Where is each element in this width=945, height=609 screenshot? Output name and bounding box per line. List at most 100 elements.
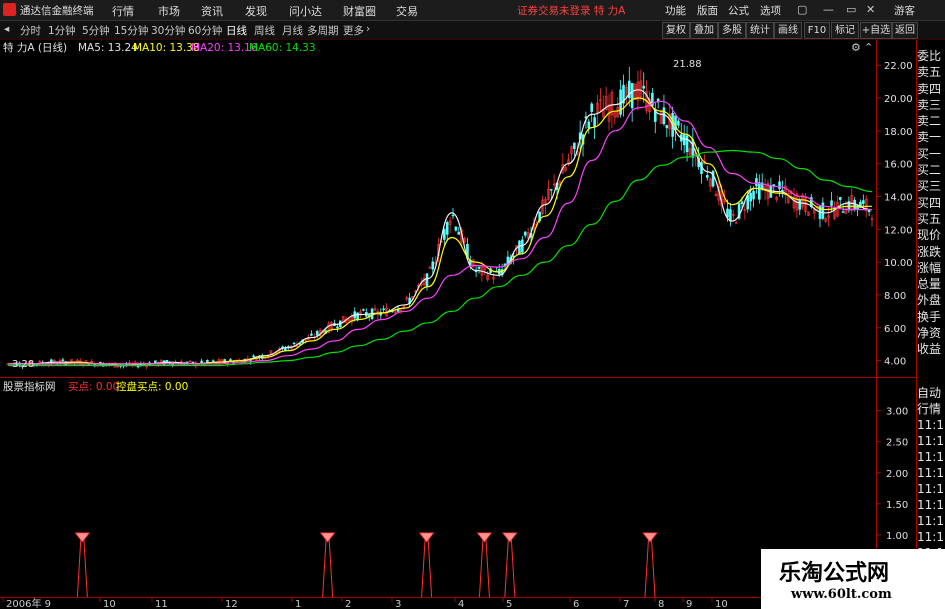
add-favorite-button[interactable]: +自选 (860, 22, 892, 39)
menu-fortune[interactable]: 财富圈 (343, 3, 376, 19)
y-tick-label: 10.00 (884, 258, 913, 269)
period-monthly[interactable]: 月线 (282, 23, 303, 38)
candle-body (682, 134, 686, 146)
candle-body (211, 360, 215, 362)
menu-quotes[interactable]: 行情 (112, 3, 134, 19)
maximize-icon[interactable]: ▭ (846, 3, 856, 16)
left-arrow-icon[interactable]: ◂ (4, 23, 9, 35)
lock-icon[interactable]: ▢ (797, 3, 807, 16)
candle-body (665, 125, 669, 129)
x-tick-label: 12 (225, 599, 238, 609)
mark-button[interactable]: 标记 (831, 22, 859, 39)
candle-body (677, 120, 680, 126)
candlestick-chart[interactable]: 特 力A (日线) MA5: 13.24 MA10: 13.38 MA20: 1… (0, 40, 945, 609)
candle-body (778, 181, 781, 190)
period-weekly[interactable]: 周线 (254, 23, 275, 38)
menu-trade[interactable]: 交易 (396, 3, 418, 19)
candle-body (755, 178, 758, 187)
x-tick-label: 9 (686, 599, 692, 609)
menu-discover[interactable]: 发现 (245, 3, 267, 19)
side-label: 委比 (917, 49, 942, 63)
quote-side-panel: 委比 卖五 卖四 卖三 卖二 卖一 买一 买二 买三 买四 买五 现价 涨跌 涨… (917, 48, 945, 358)
x-tick-label: 5 (506, 599, 512, 609)
indicator-buy: 买点: 0.00 (68, 381, 119, 393)
multi-stock-button[interactable]: 多股 (718, 22, 746, 39)
period-daily[interactable]: 日线 (226, 23, 247, 38)
x-tick-label: 10 (103, 599, 116, 609)
period-15min[interactable]: 15分钟 (114, 23, 148, 38)
candle-body (593, 117, 596, 128)
candle-body (749, 192, 752, 202)
candle-body (740, 201, 744, 205)
side-label: 买四 (917, 195, 942, 210)
period-1min[interactable]: 1分钟 (48, 23, 76, 38)
menu-function[interactable]: 功能 (665, 3, 686, 18)
period-multi[interactable]: 多周期 (307, 23, 339, 38)
overlay-button[interactable]: 叠加 (690, 22, 718, 39)
side-label: 卖一 (917, 130, 942, 145)
ma20-label: MA20: 13.16 (191, 42, 258, 54)
candle-body (154, 360, 157, 364)
candle-body (382, 308, 385, 311)
chart-title: 特 力A (日线) (3, 41, 67, 54)
candle-body (477, 266, 481, 269)
f10-button[interactable]: F10 (804, 22, 830, 39)
y-tick-label: 4.00 (884, 357, 906, 368)
y-tick-label: 18.00 (884, 127, 913, 138)
x-tick-label: 1 (295, 599, 301, 609)
ind-tick-label: 3.00 (886, 407, 908, 418)
period-more[interactable]: 更多 (343, 23, 364, 38)
ind-tick-label: 2.50 (886, 438, 908, 449)
low-price-label: 3.28 (12, 359, 34, 370)
menu-ask[interactable]: 问小达 (289, 3, 322, 19)
candle-body (310, 333, 313, 336)
indicator-name: 股票指标网 (3, 380, 56, 393)
period-timeshare[interactable]: 分时 (20, 23, 41, 38)
app-name: 通达信金融终端 (20, 5, 94, 17)
adjust-button[interactable]: 复权 (662, 22, 690, 39)
menu-layout[interactable]: 版面 (697, 3, 718, 18)
draw-line-button[interactable]: 画线 (774, 22, 802, 39)
y-tick-label: 20.00 (884, 94, 913, 105)
ma10-label: MA10: 13.38 (133, 42, 200, 54)
candle-body (642, 85, 646, 89)
period-60min[interactable]: 60分钟 (188, 23, 222, 38)
side-label: 卖三 (917, 97, 942, 112)
candle-body (821, 202, 825, 219)
menu-news[interactable]: 资讯 (201, 3, 223, 19)
candle-body (425, 273, 429, 287)
candle-body (830, 200, 833, 206)
period-30min[interactable]: 30分钟 (151, 23, 185, 38)
y-tick-label: 12.00 (884, 225, 913, 236)
candle-body (662, 107, 666, 125)
minimize-icon[interactable]: — (823, 3, 834, 16)
menu-options[interactable]: 选项 (760, 3, 781, 18)
back-button[interactable]: 返回 (892, 22, 918, 39)
period-5min[interactable]: 5分钟 (82, 23, 110, 38)
close-icon[interactable]: ✕ (866, 3, 875, 16)
side-label: 涨幅 (917, 260, 942, 275)
collapse-icon[interactable]: ⌃ (864, 41, 873, 54)
app-logo-icon (3, 3, 16, 16)
side-label: 买五 (917, 211, 942, 226)
x-tick-label: 6 (573, 599, 579, 609)
candle-body (841, 211, 845, 213)
candle-body (284, 348, 287, 351)
candle-body (523, 231, 527, 236)
candle-body (726, 208, 729, 218)
watermark: 乐淘公式网 www.60lt.com (761, 549, 945, 609)
candle-body (518, 240, 521, 255)
candle-body (457, 231, 461, 235)
side-time: 11:11 (917, 514, 945, 528)
candle-body (729, 209, 732, 222)
menu-formula[interactable]: 公式 (728, 3, 749, 18)
side-label: 净资 (917, 326, 942, 341)
stats-button[interactable]: 统计 (746, 22, 774, 39)
guest-label[interactable]: 游客 (894, 3, 915, 18)
candle-body (252, 355, 255, 357)
x-tick-label: 7 (623, 599, 629, 609)
side-label: 卖四 (917, 81, 942, 96)
settings-gear-icon[interactable]: ⚙ (851, 41, 861, 54)
more-chevron-icon[interactable]: › (366, 23, 370, 35)
menu-market[interactable]: 市场 (158, 3, 180, 19)
